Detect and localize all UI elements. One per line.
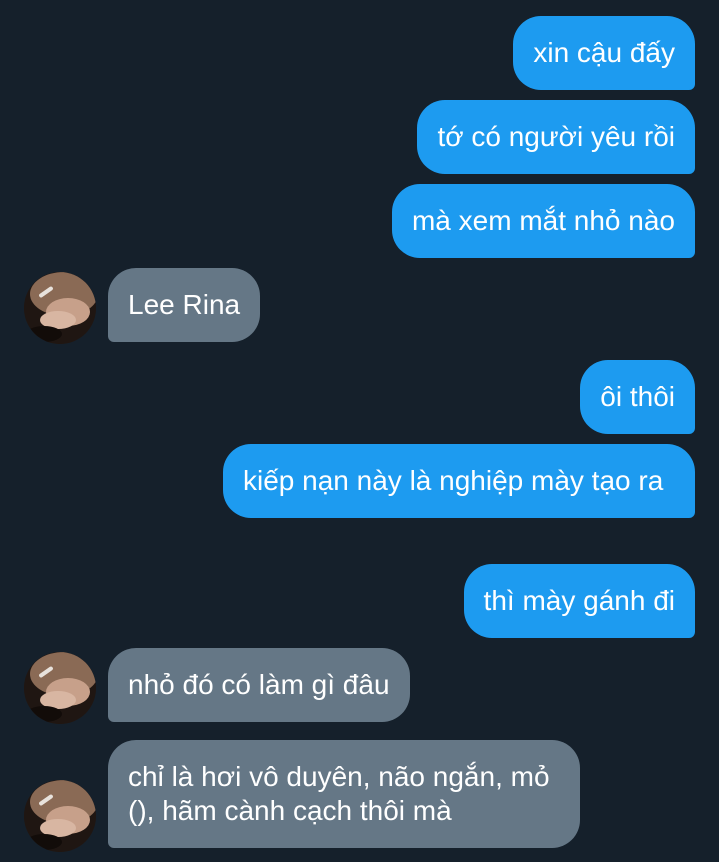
avatar-photo-icon [24,652,96,724]
message-text: thì mày gánh đi [483,585,675,616]
contact-avatar[interactable] [24,652,96,724]
message-text: mà xem mắt nhỏ nào [411,205,675,236]
message-incoming[interactable]: Lee Rina [108,268,261,342]
message-outgoing[interactable]: ôi thôi [580,360,695,434]
message-text: nhỏ đó có làm gì đâu [128,669,390,700]
message-outgoing[interactable]: kiếp nạn này là nghiệp mày tạo ra [223,444,695,518]
contact-avatar[interactable] [24,780,96,852]
message-text: tớ có người yêu rồi [437,121,675,152]
contact-avatar[interactable] [24,272,96,344]
avatar-photo-icon [24,272,96,344]
message-incoming[interactable]: nhỏ đó có làm gì đâu [108,648,410,722]
message-outgoing[interactable]: mà xem mắt nhỏ nào [391,184,695,258]
message-outgoing[interactable]: tớ có người yêu rồi [417,100,695,174]
chat-thread: xin cậu đấy tớ có người yêu rồi mà xem m… [0,0,719,862]
message-text: kiếp nạn này là nghiệp mày tạo ra [243,465,664,496]
avatar-photo-icon [24,780,96,852]
message-text: xin cậu đấy [533,37,675,68]
message-outgoing[interactable]: thì mày gánh đi [463,564,695,638]
message-text: ôi thôi [600,381,675,412]
message-text: Lee Rina [128,289,241,320]
message-outgoing[interactable]: xin cậu đấy [513,16,695,90]
message-incoming[interactable]: chỉ là hơi vô duyên, não ngắn, mỏ (), hã… [108,740,580,848]
message-text: chỉ là hơi vô duyên, não ngắn, mỏ (), hã… [128,761,550,826]
